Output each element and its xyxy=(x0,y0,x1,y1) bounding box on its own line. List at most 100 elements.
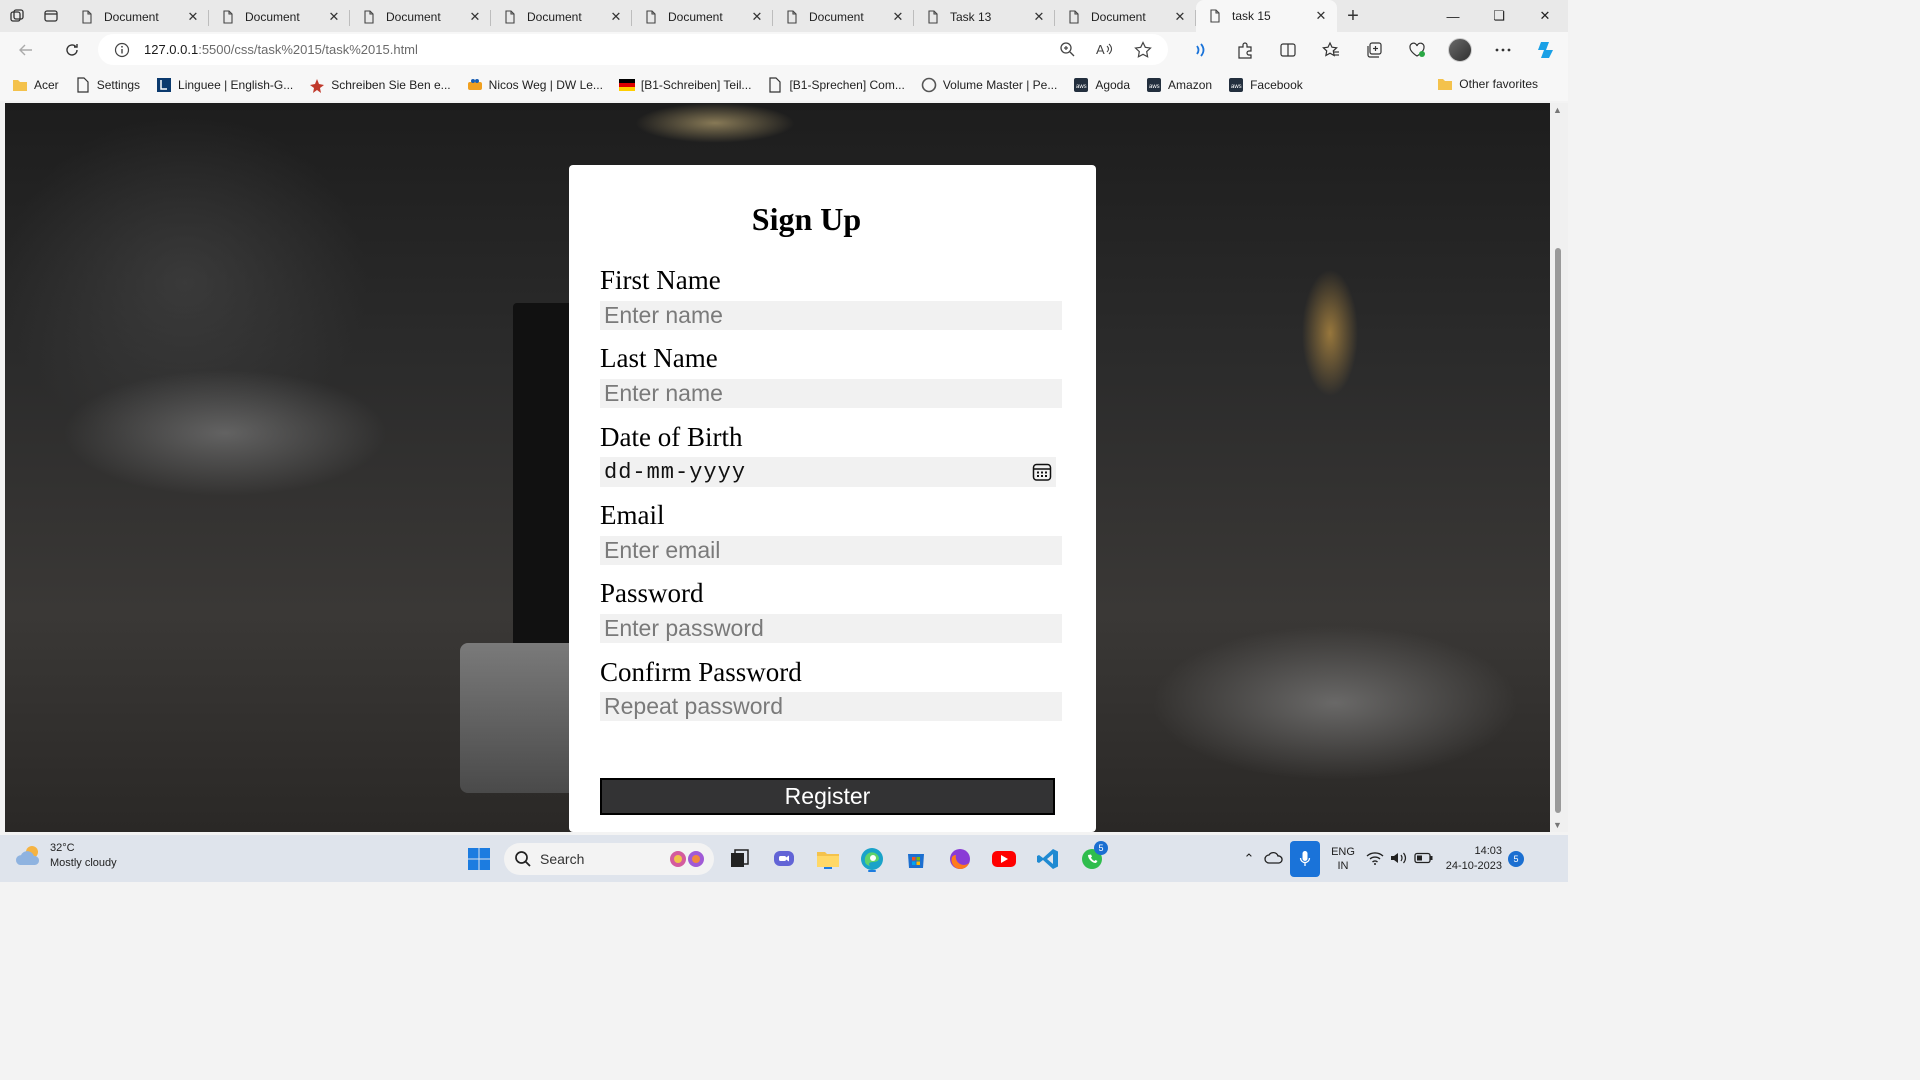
browser-tab[interactable]: Document ✕ xyxy=(1055,2,1196,32)
back-arrow-icon xyxy=(19,44,32,56)
close-tab-icon[interactable]: ✕ xyxy=(1172,9,1188,25)
close-tab-icon[interactable]: ✕ xyxy=(185,9,201,25)
tab-title: Document xyxy=(245,10,300,24)
close-tab-icon[interactable]: ✕ xyxy=(1031,9,1047,25)
browser-essentials-icon[interactable] xyxy=(1395,41,1438,59)
weather-widget[interactable]: 32°C Mostly cloudy xyxy=(14,841,117,871)
scroll-up-icon[interactable]: ▲ xyxy=(1553,105,1562,115)
page-icon xyxy=(82,10,92,24)
volume-icon[interactable] xyxy=(1390,851,1408,868)
workspaces-icon[interactable] xyxy=(0,0,34,32)
temperature-text: 32°C xyxy=(50,842,75,854)
confirm-password-input[interactable] xyxy=(600,692,1062,721)
browser-tab[interactable]: Document ✕ xyxy=(491,2,632,32)
profile-avatar[interactable] xyxy=(1438,38,1481,62)
notification-badge[interactable]: 5 xyxy=(1508,851,1524,867)
firefox-icon[interactable] xyxy=(942,841,978,877)
close-tab-icon[interactable]: ✕ xyxy=(749,9,765,25)
onedrive-icon[interactable] xyxy=(1264,851,1284,868)
other-favorites[interactable]: Other favorites xyxy=(1437,76,1538,92)
copilot-icon[interactable] xyxy=(1524,39,1567,61)
email-input[interactable] xyxy=(600,536,1062,565)
collections-icon[interactable] xyxy=(1352,41,1395,59)
edge-browser-icon[interactable] xyxy=(854,841,890,877)
browser-tab[interactable]: Document ✕ xyxy=(209,2,350,32)
browser-tab[interactable]: task 15 ✕ xyxy=(1196,0,1337,32)
file-explorer-icon[interactable] xyxy=(810,841,846,877)
taskbar-search[interactable]: Search xyxy=(504,843,714,875)
close-tab-icon[interactable]: ✕ xyxy=(890,9,906,25)
clock[interactable]: 14:03 24-10-2023 xyxy=(1440,844,1502,874)
bookmark-item[interactable]: Schreiben Sie Ben e... xyxy=(309,77,451,93)
show-hidden-icons-icon[interactable]: ⌃ xyxy=(1240,851,1258,867)
zoom-icon[interactable] xyxy=(1052,41,1082,59)
language-indicator[interactable]: ENG IN xyxy=(1326,845,1360,873)
favorites-icon[interactable] xyxy=(1309,41,1352,59)
background-lamp xyxy=(635,103,795,143)
extensions-icon[interactable] xyxy=(1223,41,1266,59)
task-view-icon[interactable] xyxy=(722,841,758,877)
back-button[interactable] xyxy=(8,34,44,66)
search-icon xyxy=(515,851,531,867)
split-screen-icon[interactable] xyxy=(1266,41,1309,59)
restore-button[interactable]: ❏ xyxy=(1476,0,1522,32)
bookmark-item[interactable]: [B1-Sprechen] Com... xyxy=(767,76,905,93)
register-button[interactable]: Register xyxy=(600,778,1055,815)
battery-icon[interactable] xyxy=(1414,852,1434,867)
folder-icon xyxy=(1437,76,1453,92)
bookmark-item[interactable]: aws Facebook xyxy=(1228,77,1303,93)
vscode-icon[interactable] xyxy=(1030,841,1066,877)
scroll-thumb[interactable] xyxy=(1555,248,1561,813)
bookmark-item[interactable]: Volume Master | Pe... xyxy=(921,77,1057,93)
browser-tab[interactable]: Document ✕ xyxy=(632,2,773,32)
more-menu-icon[interactable] xyxy=(1481,47,1524,53)
page-icon xyxy=(1069,10,1079,24)
copilot-voice-icon[interactable] xyxy=(1180,42,1223,58)
close-tab-icon[interactable]: ✕ xyxy=(326,9,342,25)
youtube-icon[interactable] xyxy=(986,841,1022,877)
bookmark-item[interactable]: Nicos Weg | DW Le... xyxy=(467,77,603,93)
bookmark-item[interactable]: Acer xyxy=(12,77,59,93)
tab-actions-icon[interactable] xyxy=(34,0,68,32)
bookmark-item[interactable]: [B1-Schreiben] Teil... xyxy=(618,77,752,93)
close-tab-icon[interactable]: ✕ xyxy=(1313,8,1329,24)
refresh-button[interactable] xyxy=(54,34,90,66)
folder-icon xyxy=(12,77,28,93)
microsoft-store-icon[interactable] xyxy=(898,841,934,877)
teams-chat-icon[interactable] xyxy=(766,841,802,877)
close-window-button[interactable]: ✕ xyxy=(1522,0,1568,32)
last-name-input[interactable] xyxy=(600,379,1062,408)
browser-tab[interactable]: Document ✕ xyxy=(773,2,914,32)
lang-top: ENG xyxy=(1331,846,1355,858)
scroll-down-icon[interactable]: ▼ xyxy=(1553,820,1562,830)
minimize-button[interactable]: — xyxy=(1430,0,1476,32)
bookmark-item[interactable]: aws Agoda xyxy=(1073,77,1130,93)
tab-title: task 15 xyxy=(1232,9,1271,23)
bookmark-item[interactable]: Settings xyxy=(75,76,140,93)
dob-input[interactable]: dd-mm-yyyy xyxy=(600,457,1056,487)
page-scrollbar[interactable]: ▲ ▼ xyxy=(1550,103,1568,832)
site-info-icon[interactable] xyxy=(114,42,130,58)
browser-tab[interactable]: Document ✕ xyxy=(68,2,209,32)
browser-tab[interactable]: Task 13 ✕ xyxy=(914,2,1055,32)
start-button[interactable] xyxy=(462,842,496,876)
whatsapp-icon[interactable]: 5 xyxy=(1074,841,1110,877)
password-input[interactable] xyxy=(600,614,1062,643)
bookmark-item[interactable]: Linguee | English-G... xyxy=(156,77,293,93)
calendar-icon[interactable] xyxy=(1032,462,1052,482)
password-label: Password xyxy=(600,578,704,608)
close-tab-icon[interactable]: ✕ xyxy=(608,9,624,25)
read-aloud-icon[interactable]: A xyxy=(1090,41,1120,59)
new-tab-button[interactable]: + xyxy=(1337,0,1369,32)
favorite-star-icon[interactable] xyxy=(1128,40,1158,59)
first-name-input[interactable] xyxy=(600,301,1062,330)
email-label: Email xyxy=(600,500,665,530)
bookmark-item[interactable]: aws Amazon xyxy=(1146,77,1212,93)
browser-tab[interactable]: Document ✕ xyxy=(350,2,491,32)
close-tab-icon[interactable]: ✕ xyxy=(467,9,483,25)
address-bar[interactable]: 127.0.0.1:5500/css/task%2015/task%2015.h… xyxy=(98,34,1168,65)
wifi-icon[interactable] xyxy=(1366,851,1384,868)
bookmark-label: Nicos Weg | DW Le... xyxy=(488,77,603,92)
microphone-icon[interactable] xyxy=(1290,841,1320,877)
bookmark-label: [B1-Schreiben] Teil... xyxy=(640,77,752,92)
